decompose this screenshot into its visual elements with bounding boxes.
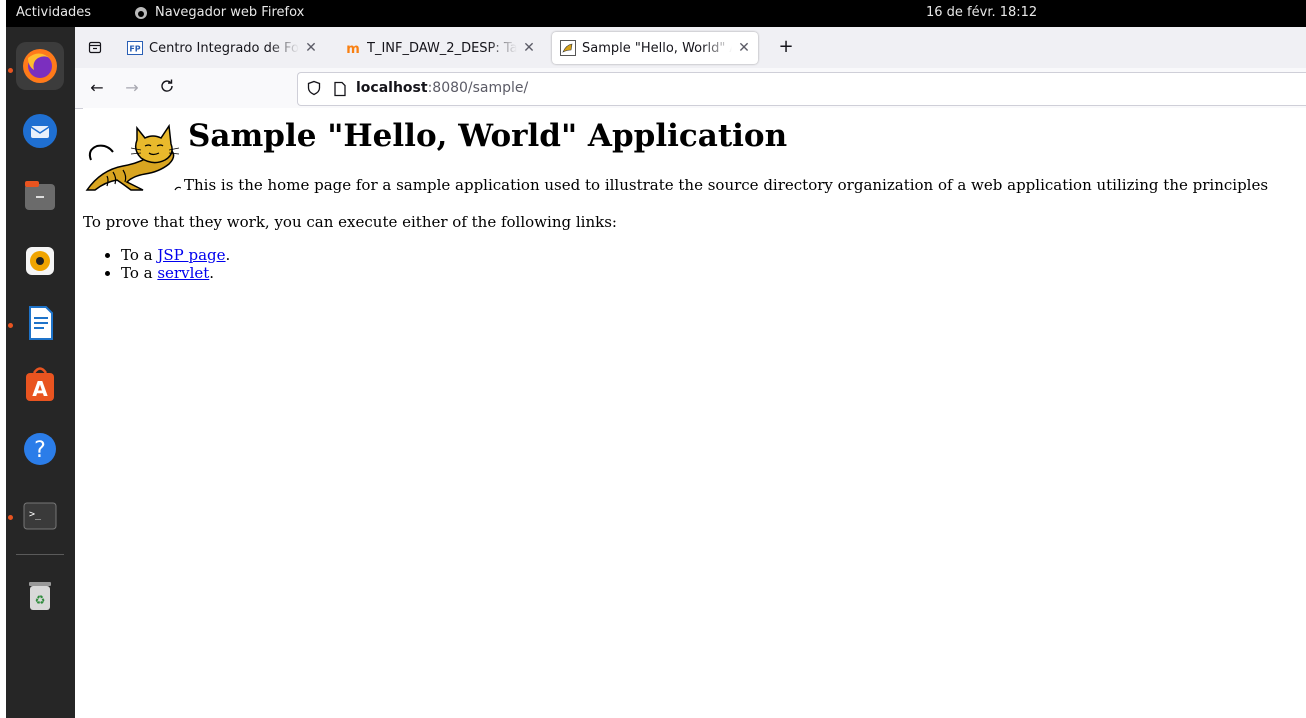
close-tab-icon[interactable]: ✕ [521,40,537,56]
app-center-icon[interactable]: A [16,361,64,409]
page-content: Sample "Hello, World" Application This i… [83,108,1306,718]
tracking-protection-shield-icon[interactable] [306,80,322,100]
activities-button[interactable]: Actividades [16,5,91,20]
new-tab-button[interactable]: + [775,37,797,59]
running-indicator [8,68,13,73]
tab-title: Sample "Hello, World" Application [582,40,732,56]
clock[interactable]: 16 de févr. 18:12 [926,5,1037,20]
url-bar[interactable]: localhost:8080/sample/ [297,72,1306,106]
instructions-paragraph: To prove that they work, you can execute… [83,213,617,231]
dock-separator [16,554,64,555]
back-icon[interactable]: ← [87,78,107,98]
intro-paragraph: This is the home page for a sample appli… [184,176,1269,194]
tab-title: Centro Integrado de Formación [149,40,299,56]
servlet-link[interactable]: servlet [157,264,209,282]
app-name: Navegador web Firefox [155,5,305,20]
navigation-toolbar: ← → localhost:8080/sample/ [75,68,1306,109]
libreoffice-writer-icon[interactable] [16,299,64,347]
svg-text:♻: ♻ [35,593,46,607]
tomcat-logo [85,123,181,191]
list-all-tabs-button[interactable] [85,37,105,57]
fp-favicon-icon: FP [127,40,143,56]
rhythmbox-icon[interactable] [16,237,64,285]
trash-icon[interactable]: ♻ [16,572,64,620]
terminal-icon[interactable]: >_ [16,491,64,539]
browser-tab-bar: FP Centro Integrado de Formación ✕ m T_I… [75,27,1306,68]
tab-moodle-tarea[interactable]: m T_INF_DAW_2_DESP: Tarea ✕ [345,32,537,64]
system-top-bar: Actividades Navegador web Firefox 16 de … [6,0,1306,27]
svg-text:A: A [32,377,48,401]
app-menu[interactable]: Navegador web Firefox [134,5,304,20]
tab-title: T_INF_DAW_2_DESP: Tarea [367,40,517,56]
jsp-page-link[interactable]: JSP page [157,246,225,264]
forward-icon[interactable]: → [122,78,142,98]
svg-text:>_: >_ [29,509,42,520]
files-icon[interactable] [16,172,64,220]
tab-list-icon [88,41,102,54]
list-item: To a JSP page. [121,246,230,264]
tomcat-favicon-icon [560,40,576,56]
list-item: To a servlet. [121,264,230,282]
page-info-icon[interactable] [333,81,347,101]
firefox-small-icon [135,6,147,19]
links-list: To a JSP page. To a servlet. [83,246,230,282]
svg-text:m: m [346,42,360,55]
running-indicator [8,515,13,520]
running-indicator [8,323,13,328]
reload-icon[interactable] [157,78,177,98]
url-path: :8080/sample/ [427,80,529,96]
firefox-icon[interactable] [16,42,64,90]
dock: A ? >_ ♻ [6,27,75,718]
close-tab-icon[interactable]: ✕ [303,40,319,56]
moodle-favicon-icon: m [345,40,361,56]
url-host: localhost [356,80,428,96]
page-title: Sample "Hello, World" Application [188,118,788,154]
tab-sample-hello-world[interactable]: Sample "Hello, World" Application ✕ [552,32,758,64]
svg-text:?: ? [34,438,46,463]
tab-centro-integrado[interactable]: FP Centro Integrado de Formación ✕ [127,32,319,64]
help-icon[interactable]: ? [16,425,64,473]
thunderbird-icon[interactable] [16,107,64,155]
url-text: localhost:8080/sample/ [356,80,528,96]
svg-text:FP: FP [129,45,140,54]
close-tab-icon[interactable]: ✕ [736,40,752,56]
